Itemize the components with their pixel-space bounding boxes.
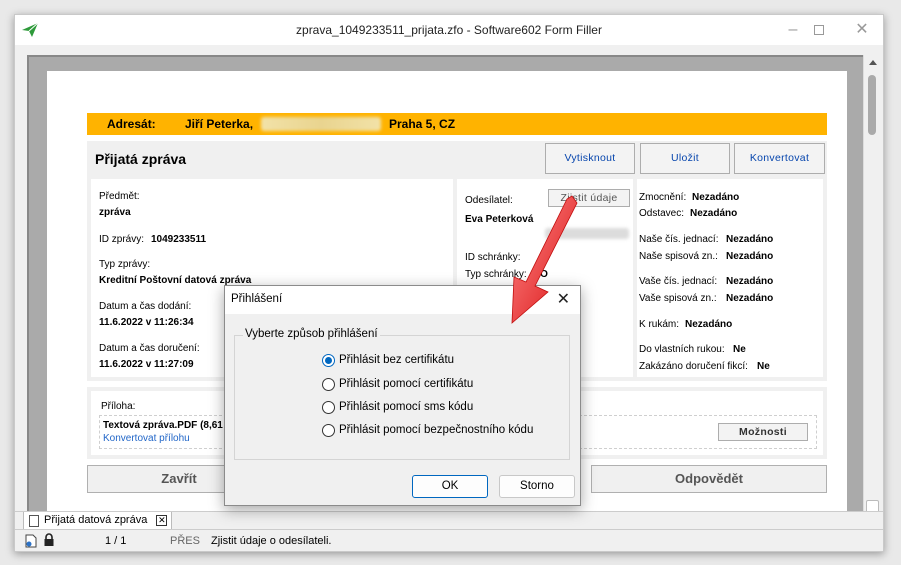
insert-mode: PŘES [170,535,200,547]
redacted-address [261,117,381,131]
dialog-title: Přihlášení [231,293,283,305]
delivery-details-panel: Zmocnění: Nezadáno Odstavec: Nezadáno Na… [637,179,823,377]
document-status-icon [25,534,37,548]
maximize-icon [814,25,824,35]
our-ref-value: Nezadáno [726,234,774,245]
our-file-label: Naše spisová zn.: [639,251,718,262]
convert-button[interactable]: Konvertovat [734,143,825,174]
scroll-thumb[interactable] [868,75,876,135]
login-method-group: Vyberte způsob přihlášení Přihlásit bez … [234,328,570,460]
get-sender-info-button[interactable]: Zjistit údaje [548,189,630,207]
print-button[interactable]: Vytisknout [545,143,635,174]
title-bar: zprava_1049233511_prijata.zfo - Software… [15,15,883,45]
dialog-title-bar: Přihlášení ✕ [225,286,580,314]
our-ref-label: Naše čís. jednací: [639,234,719,245]
radio-icon[interactable] [322,401,335,414]
lock-icon [44,533,54,546]
page-counter: 1 / 1 [105,535,127,547]
message-id-value: 1049233511 [151,234,207,245]
vertical-scrollbar[interactable] [863,55,880,513]
message-type-label: Typ zprávy: [99,259,151,270]
status-bar: 1 / 1 PŘES Zjistit údaje o odesílateli. [15,529,883,551]
attachment-label: Příloha: [101,401,136,412]
page-title: Přijatá zpráva [95,151,187,167]
addressee-bar: Adresát: Jiří Peterka, Praha 5, CZ [87,113,827,135]
login-method-legend: Vyberte způsob přihlášení [243,328,380,340]
received-value: 11.6.2022 v 11:27:09 [99,359,194,370]
radio-icon[interactable] [322,424,335,437]
radio-selected-icon[interactable] [322,354,335,367]
scroll-up-icon[interactable] [869,60,877,65]
to-hands-value: Nezadáno [685,319,733,330]
window-title: zprava_1049233511_prijata.zfo - Software… [296,23,602,37]
authorization-label: Zmocnění: [639,192,687,203]
own-hands-value: Ne [733,344,746,355]
own-hands-label: Do vlastních rukou: [639,344,725,355]
your-file-label: Vaše spisová zn.: [639,293,717,304]
document-icon [29,515,39,527]
message-id-label: ID zprávy: [99,234,145,245]
attachment-options-button[interactable]: Možnosti [718,423,808,441]
box-id-label: ID schránky: [465,252,521,263]
redacted-sender-info [545,228,629,239]
box-type-value: FO [534,269,548,280]
received-label: Datum a čas doručení: [99,343,200,354]
reply-button[interactable]: Odpovědět [591,465,827,493]
paragraph-value: Nezadáno [690,208,738,219]
box-type-label: Typ schránky: [465,269,527,280]
minimize-button[interactable]: – [783,20,803,40]
your-file-value: Nezadáno [726,293,774,304]
fiction-value: Ne [757,361,770,372]
our-file-value: Nezadáno [726,251,774,262]
tab-close-icon[interactable]: ✕ [156,515,168,526]
tab-label: Přijatá datová zpráva [44,514,148,526]
ok-button[interactable]: OK [412,475,488,498]
tab-received-message[interactable]: Přijatá datová zpráva ✕ [23,512,173,530]
authorization-value: Nezadáno [692,192,740,203]
convert-attachment-link[interactable]: Konvertovat přílohu [103,433,190,444]
maximize-button[interactable] [809,20,829,40]
addressee-name: Jiří Peterka, [185,117,254,131]
close-window-button[interactable]: ✕ [852,20,872,40]
cancel-button[interactable]: Storno [499,475,575,498]
your-ref-label: Vaše čís. jednací: [639,276,718,287]
subject-label: Předmět: [99,191,140,202]
subject-value: zpráva [99,207,131,218]
fiction-label: Zakázáno doručení fikcí: [639,361,748,372]
sender-label: Odesílatel: [465,195,513,206]
to-hands-label: K rukám: [639,319,680,330]
dialog-close-icon[interactable]: ✕ [557,289,570,309]
attachment-file[interactable]: Textová zpráva.PDF (8,61 k [103,420,231,431]
save-button[interactable]: Uložit [640,143,730,174]
addressee-city: Praha 5, CZ [389,117,456,131]
delivered-label: Datum a čas dodání: [99,301,192,312]
your-ref-value: Nezadáno [726,276,774,287]
document-tab-bar: Přijatá datová zpráva ✕ [15,511,883,530]
paragraph-label: Odstavec: [639,208,685,219]
delivered-value: 11.6.2022 v 11:26:34 [99,317,194,328]
addressee-label: Adresát: [107,117,156,131]
radio-icon[interactable] [322,378,335,391]
status-message: Zjistit údaje o odesílateli. [211,535,332,547]
login-dialog: Přihlášení ✕ Vyberte způsob přihlášení P… [224,285,581,506]
sender-value: Eva Peterková [465,214,534,225]
